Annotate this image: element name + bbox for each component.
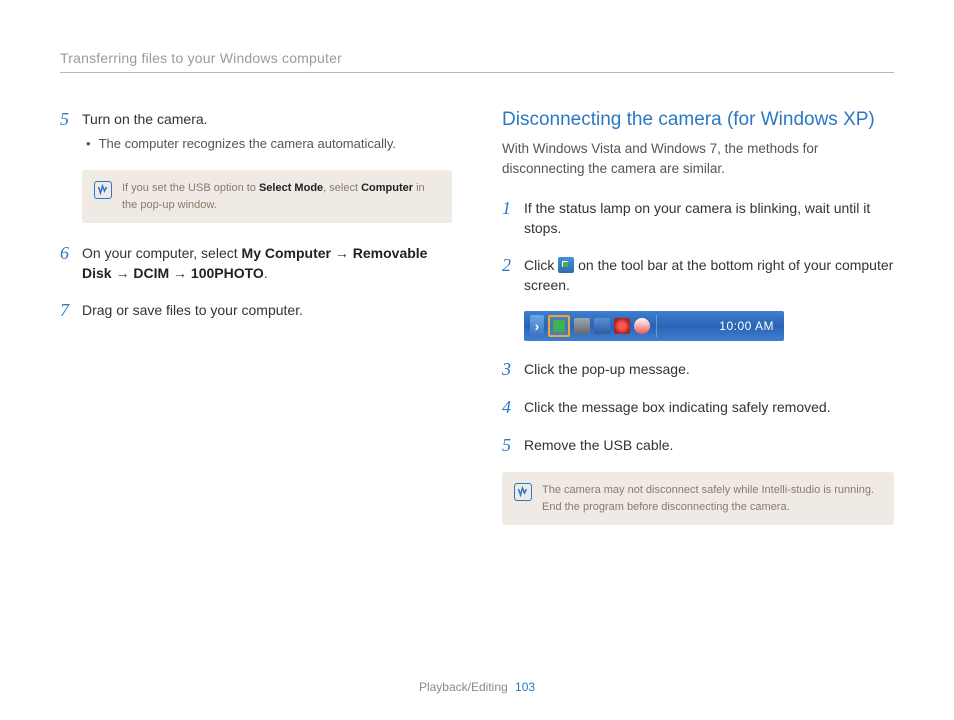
step-body: Click on the tool bar at the bottom righ…	[524, 255, 894, 296]
b: 100PHOTO	[191, 265, 264, 281]
step-r4: 4 Click the message box indicating safel…	[502, 397, 894, 419]
t: on the tool bar at the bottom right of y…	[524, 257, 893, 293]
tray-icon	[574, 318, 590, 334]
tray-icon	[594, 318, 610, 334]
step-r1: 1 If the status lamp on your camera is b…	[502, 198, 894, 239]
step-number: 5	[502, 435, 524, 457]
step-text: Drag or save files to your computer.	[82, 302, 303, 318]
note-bold-2: Computer	[361, 182, 413, 194]
t: On your computer, select	[82, 245, 242, 261]
taskbar-expand-icon	[530, 315, 544, 337]
step-r5: 5 Remove the USB cable.	[502, 435, 894, 457]
note-icon	[94, 181, 112, 199]
safely-remove-icon	[558, 257, 574, 273]
step-text: Remove the USB cable.	[524, 437, 673, 453]
step-text: Turn on the camera.	[82, 111, 208, 127]
step-body: Remove the USB cable.	[524, 435, 894, 457]
tray-icon	[634, 318, 650, 334]
taskbar-clock: 10:00 AM	[719, 319, 778, 333]
note-pre: If you set the USB option to	[122, 182, 259, 194]
section-heading: Disconnecting the camera (for Windows XP…	[502, 109, 894, 131]
right-column: Disconnecting the camera (for Windows XP…	[502, 109, 894, 545]
step-body: Drag or save files to your computer.	[82, 300, 452, 322]
step-r2: 2 Click on the tool bar at the bottom ri…	[502, 255, 894, 296]
step-text: If the status lamp on your camera is bli…	[524, 200, 870, 236]
section-intro: With Windows Vista and Windows 7, the me…	[502, 139, 894, 178]
step-number: 3	[502, 359, 524, 381]
note-icon	[514, 483, 532, 501]
windows-taskbar-screenshot: 10:00 AM	[524, 311, 784, 341]
page-header-title: Transferring files to your Windows compu…	[60, 50, 894, 73]
content-columns: 5 Turn on the camera. The computer recog…	[60, 109, 894, 545]
safely-remove-highlighted-icon	[548, 315, 570, 337]
note-bold-1: Select Mode	[259, 182, 323, 194]
step-5: 5 Turn on the camera. The computer recog…	[60, 109, 452, 154]
t: →	[331, 245, 353, 261]
note-box-disconnect: The camera may not disconnect safely whi…	[502, 472, 894, 525]
step-number: 5	[60, 109, 82, 154]
step-number: 1	[502, 198, 524, 239]
tray-volume-icon	[614, 318, 630, 334]
b: DCIM	[133, 265, 169, 281]
step-r3: 3 Click the pop-up message.	[502, 359, 894, 381]
t: Click	[524, 257, 558, 273]
step-text: Click the pop-up message.	[524, 361, 690, 377]
step-number: 2	[502, 255, 524, 296]
t: →	[169, 265, 191, 281]
footer-section: Playback/Editing	[419, 680, 508, 694]
t: →	[112, 265, 134, 281]
step-6: 6 On your computer, select My Computer →…	[60, 243, 452, 284]
step-body: Click the message box indicating safely …	[524, 397, 894, 419]
step-body: On your computer, select My Computer → R…	[82, 243, 452, 284]
note-text: If you set the USB option to Select Mode…	[122, 180, 440, 213]
step-bullet: The computer recognizes the camera autom…	[82, 135, 452, 154]
note-text: The camera may not disconnect safely whi…	[542, 482, 882, 515]
page-footer: Playback/Editing 103	[0, 680, 954, 694]
step-body: Turn on the camera. The computer recogni…	[82, 109, 452, 154]
step-number: 4	[502, 397, 524, 419]
t: .	[264, 265, 268, 281]
step-number: 6	[60, 243, 82, 284]
note-mid: , select	[323, 182, 361, 194]
footer-page-number: 103	[515, 680, 535, 694]
step-number: 7	[60, 300, 82, 322]
left-column: 5 Turn on the camera. The computer recog…	[60, 109, 452, 545]
step-text: Click the message box indicating safely …	[524, 399, 831, 415]
bullet-text: The computer recognizes the camera autom…	[99, 135, 396, 154]
step-body: If the status lamp on your camera is bli…	[524, 198, 894, 239]
note-box-usb: If you set the USB option to Select Mode…	[82, 170, 452, 223]
b: My Computer	[242, 245, 331, 261]
taskbar-separator	[656, 315, 657, 337]
step-body: Click the pop-up message.	[524, 359, 894, 381]
step-7: 7 Drag or save files to your computer.	[60, 300, 452, 322]
page-container: Transferring files to your Windows compu…	[0, 0, 954, 720]
